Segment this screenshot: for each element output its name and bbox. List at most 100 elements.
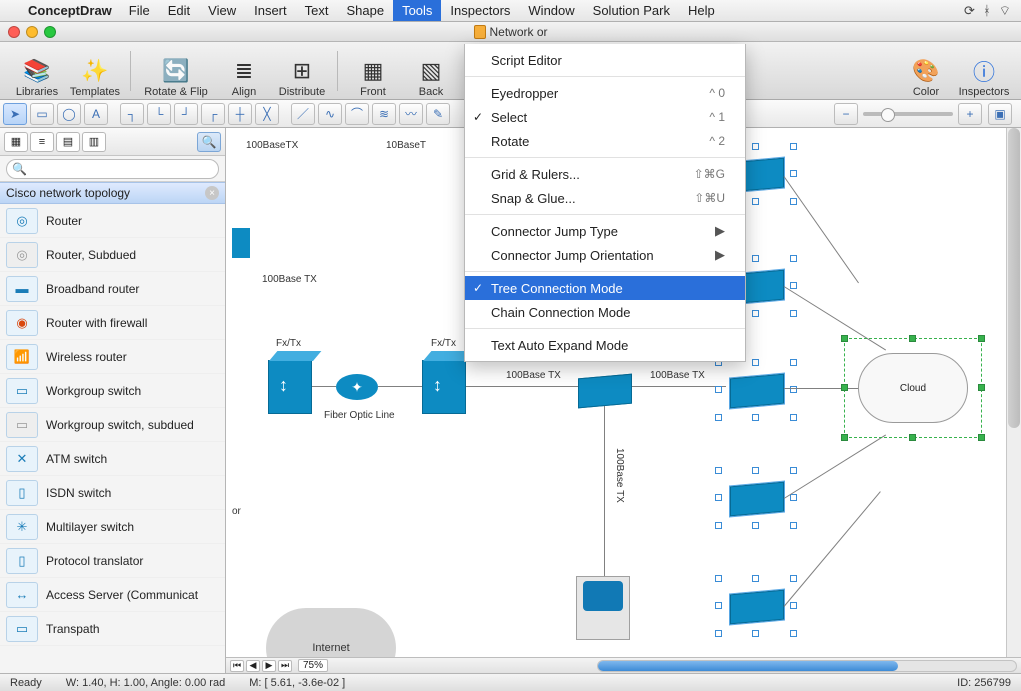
menu-tree-connection-mode[interactable]: Tree Connection Mode: [465, 276, 745, 300]
label-100base-tx-left: 100Base TX: [262, 274, 317, 285]
menu-rotate[interactable]: Rotate^ 2: [465, 129, 745, 153]
fiber-optic-icon[interactable]: ✦: [336, 374, 378, 400]
rect-tool[interactable]: ▭: [30, 103, 54, 125]
pointer-tool[interactable]: ➤: [3, 103, 27, 125]
search-toggle-button[interactable]: 🔍: [197, 132, 221, 152]
line-tool[interactable]: ／: [291, 103, 315, 125]
canvas-vertical-scrollbar[interactable]: [1006, 128, 1021, 657]
page-last-icon[interactable]: ⏭: [278, 660, 292, 672]
menu-view[interactable]: View: [199, 0, 245, 21]
sync-icon[interactable]: ⟳: [964, 3, 975, 19]
menu-inspectors[interactable]: Inspectors: [441, 0, 519, 21]
menu-chain-connection-mode[interactable]: Chain Connection Mode: [465, 300, 745, 324]
bluetooth-icon[interactable]: ᚼ: [983, 3, 991, 19]
close-window-button[interactable]: [8, 26, 20, 38]
ellipse-tool[interactable]: ◯: [57, 103, 81, 125]
status-ready: Ready: [10, 677, 42, 689]
zoom-window-button[interactable]: [44, 26, 56, 38]
zoom-out-button[interactable]: −: [834, 103, 858, 125]
rotate-flip-button[interactable]: 🔄 Rotate & Flip: [137, 44, 215, 98]
menu-file[interactable]: File: [120, 0, 159, 21]
connector-tool-2[interactable]: └: [147, 103, 171, 125]
connector-tool-3[interactable]: ┘: [174, 103, 198, 125]
lib-item-wireless-router[interactable]: 📶Wireless router: [0, 340, 225, 374]
selected-switch-4[interactable]: [730, 482, 784, 517]
connector-tool-1[interactable]: ┐: [120, 103, 144, 125]
page-first-icon[interactable]: ⏮: [230, 660, 244, 672]
menu-script-editor[interactable]: Script Editor: [465, 48, 745, 72]
lib-item-access-server[interactable]: ↔Access Server (Communicat: [0, 578, 225, 612]
minimize-window-button[interactable]: [26, 26, 38, 38]
menu-shape[interactable]: Shape: [337, 0, 393, 21]
lib-item-isdn-switch[interactable]: ▯ISDN switch: [0, 476, 225, 510]
inspectors-button[interactable]: ⓘ Inspectors: [955, 44, 1013, 98]
app-name[interactable]: ConceptDraw: [20, 3, 120, 18]
page-prev-icon[interactable]: ◀: [246, 660, 260, 672]
connector-tool-5[interactable]: ┼: [228, 103, 252, 125]
menu-snap-glue[interactable]: Snap & Glue...⇧⌘U: [465, 186, 745, 210]
cloud-shape[interactable]: Cloud: [858, 353, 968, 423]
menu-connector-jump-orientation[interactable]: Connector Jump Orientation▶: [465, 243, 745, 267]
lib-item-router-subdued[interactable]: ◎Router, Subdued: [0, 238, 225, 272]
lib-item-router-firewall[interactable]: ◉Router with firewall: [0, 306, 225, 340]
selected-switch-5[interactable]: [730, 590, 784, 625]
lib-item-workgroup-switch[interactable]: ▭Workgroup switch: [0, 374, 225, 408]
back-button[interactable]: ▧ Back: [402, 44, 460, 98]
color-button[interactable]: 🎨 Color: [897, 44, 955, 98]
canvas-horizontal-scrollbar[interactable]: [597, 660, 1017, 672]
connector-tool-6[interactable]: ╳: [255, 103, 279, 125]
zoom-percent[interactable]: 75%: [298, 659, 328, 672]
align-button[interactable]: ≣ Align: [215, 44, 273, 98]
switch-partial-left[interactable]: [232, 228, 250, 258]
distribute-button[interactable]: ⊞ Distribute: [273, 44, 331, 98]
polyline-tool[interactable]: ≋: [372, 103, 396, 125]
zoom-slider[interactable]: [863, 112, 953, 116]
menu-solutionpark[interactable]: Solution Park: [584, 0, 679, 21]
menu-tools[interactable]: Tools: [393, 0, 441, 21]
fxtx-box-2[interactable]: ↕: [422, 360, 466, 414]
freehand-tool[interactable]: ✎: [426, 103, 450, 125]
library-search-input[interactable]: [6, 159, 219, 179]
menu-eyedropper[interactable]: Eyedropper^ 0: [465, 81, 745, 105]
selected-switch-3[interactable]: [730, 374, 784, 409]
library-category-header[interactable]: Cisco network topology ×: [0, 182, 225, 204]
lib-item-protocol-translator[interactable]: ▯Protocol translator: [0, 544, 225, 578]
menu-text[interactable]: Text: [296, 0, 338, 21]
menu-help[interactable]: Help: [679, 0, 724, 21]
arc-tool[interactable]: ⌒: [345, 103, 369, 125]
workstation-shape[interactable]: [576, 576, 630, 640]
view-small-icons[interactable]: ▤: [56, 132, 80, 152]
menu-insert[interactable]: Insert: [245, 0, 296, 21]
connector-tool-4[interactable]: ┌: [201, 103, 225, 125]
front-button[interactable]: ▦ Front: [344, 44, 402, 98]
libraries-button[interactable]: 📚 Libraries: [8, 44, 66, 98]
status-id: ID: 256799: [957, 677, 1011, 689]
text-tool[interactable]: A: [84, 103, 108, 125]
zoom-in-button[interactable]: +: [958, 103, 982, 125]
menu-window[interactable]: Window: [519, 0, 583, 21]
menu-edit[interactable]: Edit: [159, 0, 199, 21]
menu-connector-jump-type[interactable]: Connector Jump Type▶: [465, 219, 745, 243]
menu-text-auto-expand[interactable]: Text Auto Expand Mode: [465, 333, 745, 357]
view-list[interactable]: ≡: [30, 132, 54, 152]
close-library-icon[interactable]: ×: [205, 186, 219, 200]
view-detail[interactable]: ▥: [82, 132, 106, 152]
lib-item-transpath[interactable]: ▭Transpath: [0, 612, 225, 646]
page-next-icon[interactable]: ▶: [262, 660, 276, 672]
lib-item-broadband-router[interactable]: ▬Broadband router: [0, 272, 225, 306]
lib-item-atm-switch[interactable]: ✕ATM switch: [0, 442, 225, 476]
menu-grid-rulers[interactable]: Grid & Rulers...⇧⌘G: [465, 162, 745, 186]
lib-item-router[interactable]: ◎Router: [0, 204, 225, 238]
wifi-icon[interactable]: ⌔: [999, 3, 1011, 19]
spline-tool[interactable]: 〰: [399, 103, 423, 125]
view-large-icons[interactable]: ▦: [4, 132, 28, 152]
fit-button[interactable]: ▣: [988, 103, 1012, 125]
lib-item-workgroup-switch-subdued[interactable]: ▭Workgroup switch, subdued: [0, 408, 225, 442]
fxtx-box-1[interactable]: ↕: [268, 360, 312, 414]
macos-menubar: ConceptDraw File Edit View Insert Text S…: [0, 0, 1021, 22]
curve-tool[interactable]: ∿: [318, 103, 342, 125]
ethernet-switch[interactable]: [578, 374, 632, 409]
menu-select[interactable]: Select^ 1: [465, 105, 745, 129]
templates-button[interactable]: ✨ Templates: [66, 44, 124, 98]
lib-item-multilayer-switch[interactable]: ✳Multilayer switch: [0, 510, 225, 544]
